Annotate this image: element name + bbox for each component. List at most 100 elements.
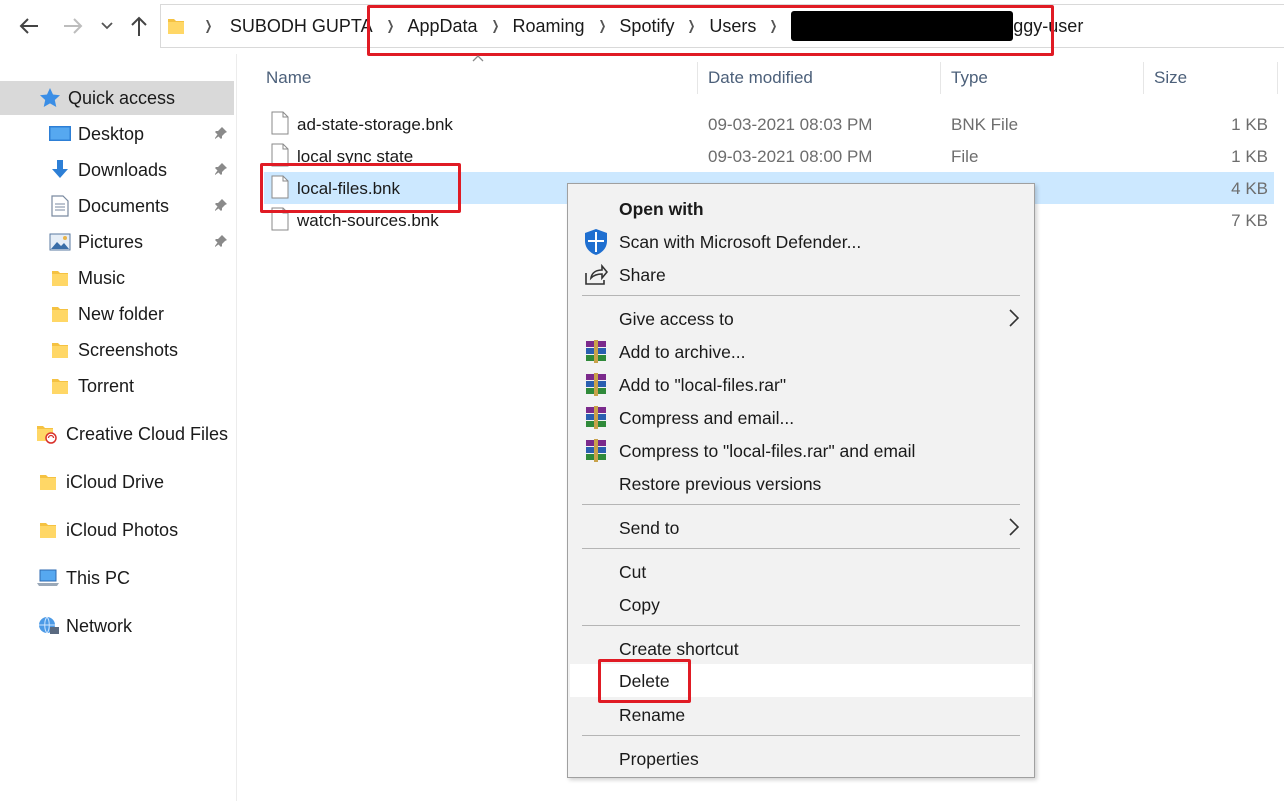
computer-icon [36, 566, 60, 590]
sidebar-item-label: Documents [78, 195, 170, 216]
winrar-icon [582, 371, 610, 399]
menu-separator [582, 548, 1020, 549]
navigation-pane: Quick access Desktop Downloads Documents… [0, 54, 237, 801]
creative-cloud-folder-icon [36, 422, 60, 446]
column-header-name[interactable]: Name [256, 62, 698, 94]
breadcrumb-separator[interactable]: ❯ [598, 18, 606, 34]
file-size: 1 KB [1231, 147, 1268, 166]
star-icon [38, 86, 62, 110]
menu-separator [582, 625, 1020, 626]
folder-icon [48, 302, 72, 326]
menu-item-share[interactable]: Share [570, 258, 1032, 291]
sidebar-item-label: Pictures [78, 231, 144, 252]
sidebar-item-icloud-drive[interactable]: iCloud Drive [0, 465, 234, 499]
menu-item-create-shortcut[interactable]: Create shortcut [570, 632, 1032, 665]
breadcrumb-users[interactable]: Users [709, 16, 756, 37]
recent-locations-button[interactable] [94, 8, 120, 44]
file-icon [271, 111, 289, 135]
file-size: 1 KB [1231, 115, 1268, 134]
folder-icon [36, 470, 60, 494]
menu-separator [582, 504, 1020, 505]
menu-separator [582, 735, 1020, 736]
sidebar-item-screenshots[interactable]: Screenshots [0, 333, 234, 367]
sidebar-item-music[interactable]: Music [0, 261, 234, 295]
folder-icon [168, 19, 184, 34]
back-button[interactable] [14, 8, 44, 44]
menu-item-add-to-rar[interactable]: Add to "local-files.rar" [570, 368, 1032, 401]
file-row[interactable]: ad-state-storage.bnk 09-03-2021 08:03 PM… [264, 108, 1274, 140]
menu-item-properties[interactable]: Properties [570, 742, 1032, 775]
sidebar-item-label: New folder [78, 303, 165, 324]
file-date: 09-03-2021 08:03 PM [708, 115, 873, 134]
breadcrumb-separator[interactable]: ❯ [688, 18, 696, 34]
sidebar-item-desktop[interactable]: Desktop [0, 117, 234, 151]
pin-icon[interactable] [214, 126, 228, 140]
share-icon [582, 261, 610, 289]
sidebar-item-label: Network [66, 615, 133, 636]
forward-button[interactable] [58, 8, 88, 44]
menu-separator [582, 295, 1020, 296]
sidebar-item-creative-cloud[interactable]: Creative Cloud Files [0, 417, 234, 451]
menu-item-send-to[interactable]: Send to [570, 511, 1032, 544]
folder-icon [48, 266, 72, 290]
breadcrumb-appdata[interactable]: AppData [408, 16, 478, 37]
menu-item-give-access[interactable]: Give access to [570, 302, 1032, 335]
sort-ascending-icon[interactable] [472, 54, 484, 62]
sidebar-item-documents[interactable]: Documents [0, 189, 234, 223]
menu-item-add-to-archive[interactable]: Add to archive... [570, 335, 1032, 368]
file-icon [271, 207, 289, 231]
file-type: File [951, 147, 979, 166]
breadcrumb-user[interactable]: SUBODH GUPTA [230, 16, 373, 37]
redacted-username [791, 11, 1014, 41]
file-name: watch-sources.bnk [297, 211, 439, 230]
file-type: BNK File [951, 115, 1019, 134]
pin-icon[interactable] [214, 198, 228, 212]
column-header-date[interactable]: Date modified [698, 62, 941, 94]
address-bar[interactable]: ❯ SUBODH GUPTA ❯ AppData ❯ Roaming ❯ Spo… [160, 4, 1284, 48]
sidebar-item-label: Music [78, 267, 126, 288]
sidebar-item-network[interactable]: Network [0, 609, 234, 643]
menu-item-scan-defender[interactable]: Scan with Microsoft Defender... [570, 225, 1032, 258]
sidebar-item-torrent[interactable]: Torrent [0, 369, 234, 403]
column-header-type[interactable]: Type [941, 62, 1144, 94]
menu-item-rename[interactable]: Rename [570, 698, 1032, 731]
up-button[interactable] [124, 8, 154, 44]
menu-item-compress-rar-email[interactable]: Compress to "local-files.rar" and email [570, 434, 1032, 467]
sidebar-item-this-pc[interactable]: This PC [0, 561, 234, 595]
breadcrumb-separator[interactable]: ❯ [770, 18, 778, 34]
sidebar-item-icloud-photos[interactable]: iCloud Photos [0, 513, 234, 547]
pin-icon[interactable] [214, 162, 228, 176]
pin-icon[interactable] [214, 234, 228, 248]
breadcrumb-separator[interactable]: ❯ [205, 18, 213, 34]
winrar-icon [582, 404, 610, 432]
pictures-icon [48, 230, 72, 254]
menu-item-copy[interactable]: Copy [570, 588, 1032, 621]
sidebar-item-label: Downloads [78, 159, 168, 180]
sidebar-item-label: iCloud Photos [66, 519, 179, 540]
sidebar-item-pictures[interactable]: Pictures [0, 225, 234, 259]
menu-item-compress-email[interactable]: Compress and email... [570, 401, 1032, 434]
folder-icon [48, 338, 72, 362]
breadcrumb-separator[interactable]: ❯ [386, 18, 394, 34]
breadcrumb-user-folder[interactable]: ggy-user [1013, 16, 1083, 37]
sidebar-item-downloads[interactable]: Downloads [0, 153, 234, 187]
sidebar-item-new-folder[interactable]: New folder [0, 297, 234, 331]
breadcrumb-roaming[interactable]: Roaming [512, 16, 584, 37]
menu-item-restore-previous[interactable]: Restore previous versions [570, 467, 1032, 500]
menu-item-cut[interactable]: Cut [570, 555, 1032, 588]
folder-icon [36, 518, 60, 542]
file-date: 09-03-2021 08:00 PM [708, 147, 873, 166]
menu-item-open-with[interactable]: Open with [570, 192, 1032, 225]
menu-item-delete[interactable]: Delete [570, 664, 1032, 697]
file-name: local sync state [297, 147, 414, 166]
file-row[interactable]: local sync state 09-03-2021 08:00 PM Fil… [264, 140, 1274, 172]
sidebar-item-label: Desktop [78, 123, 145, 144]
chevron-down-icon [101, 22, 113, 30]
document-icon [48, 194, 72, 218]
breadcrumb-spotify[interactable]: Spotify [619, 16, 674, 37]
file-name: ad-state-storage.bnk [297, 115, 453, 134]
breadcrumb-separator[interactable]: ❯ [491, 18, 499, 34]
column-header-size[interactable]: Size [1144, 62, 1278, 94]
sidebar-item-quick-access[interactable]: Quick access [0, 81, 234, 115]
sidebar-item-label: This PC [66, 567, 131, 588]
